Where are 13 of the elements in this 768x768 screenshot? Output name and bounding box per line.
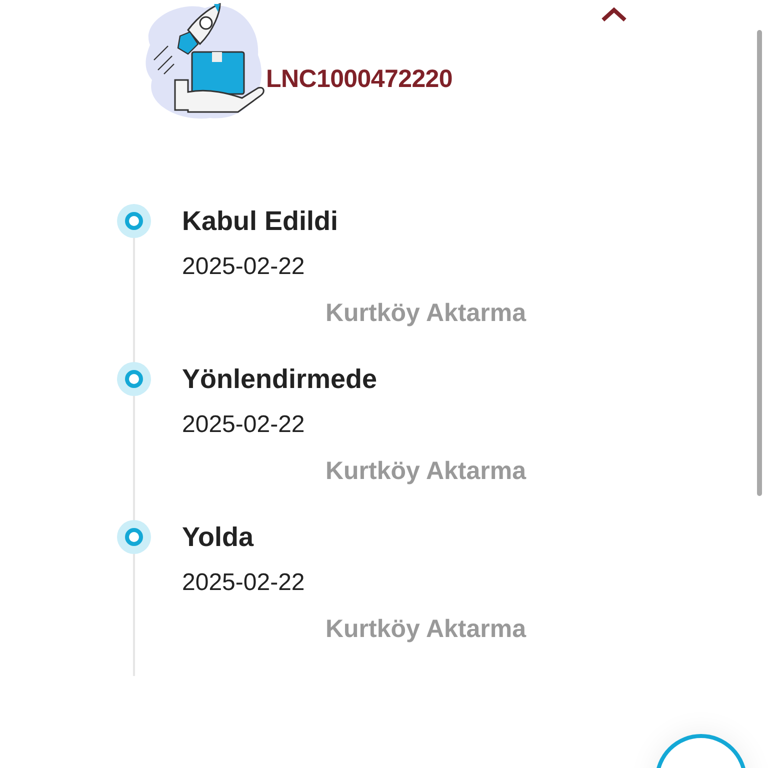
timeline-dot-icon [117,362,151,396]
event-date: 2025-02-22 [182,569,306,597]
status-title: Yolda [182,522,255,553]
event-date: 2025-02-22 [182,411,306,439]
event-date: 2025-02-22 [182,253,306,281]
event-location: Kurtköy Aktarma [324,457,526,486]
status-title: Kabul Edildi [182,206,340,237]
status-title: Yönlendirmede [182,364,378,395]
tracking-number: LNC1000472220 [266,65,453,94]
timeline-dot-icon [117,520,151,554]
event-location: Kurtköy Aktarma [324,615,526,644]
event-location: Kurtköy Aktarma [324,299,526,328]
timeline-dot-icon [117,204,151,238]
